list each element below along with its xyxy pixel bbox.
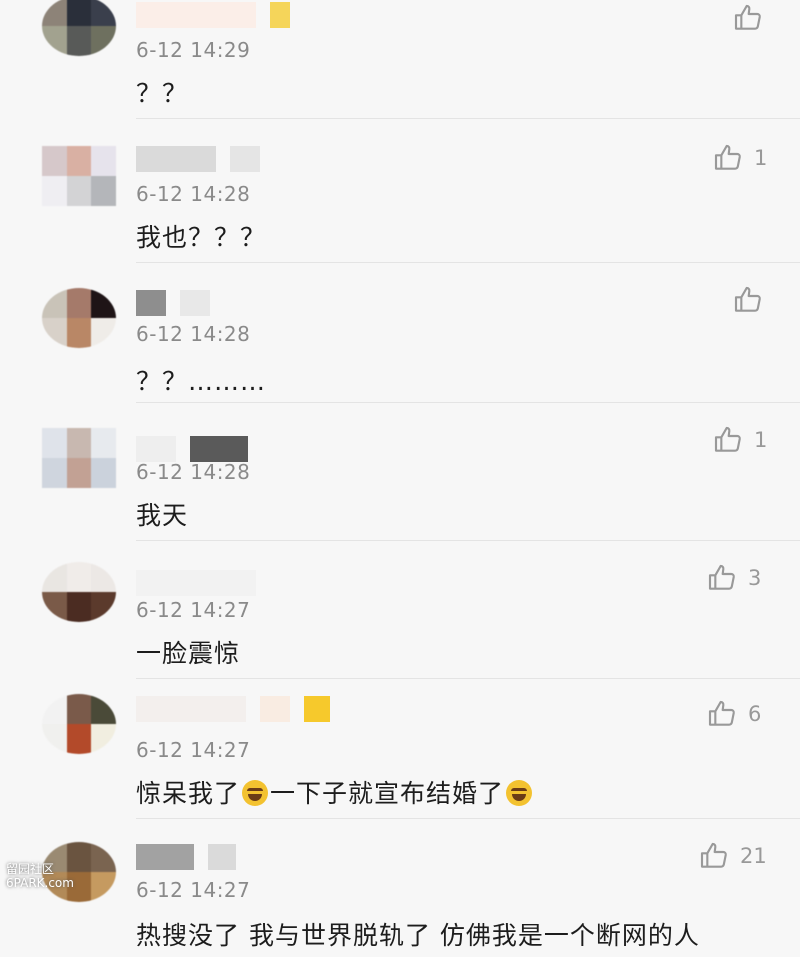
comment-time: 6-12 14:29 [136,38,251,62]
username-blurred[interactable] [136,568,256,598]
comment-time: 6-12 14:28 [136,460,251,484]
thumbs-up-icon [708,564,735,590]
divider [136,678,800,679]
like-button[interactable] [732,284,774,316]
like-count: 21 [740,844,767,868]
comment-text: 惊呆我了 一下子就宣布结婚了 [136,774,534,810]
thumbs-up-icon [708,700,735,726]
comment-text: 我也？？？ [136,223,267,252]
username-blurred[interactable] [136,0,290,30]
divider [136,118,800,119]
laugh-cry-emoji-icon [242,780,269,806]
like-button[interactable]: 6 [706,698,761,730]
divider [136,262,800,263]
thumbs-up-icon [734,4,761,30]
comment-time: 6-12 14:28 [136,322,251,346]
laugh-cry-emoji-icon [506,780,533,806]
thumbs-up-icon [700,842,727,868]
like-button[interactable]: 1 [712,424,767,456]
avatar[interactable] [42,694,116,754]
comment-text: 热搜没了 我与世界脱轨了 仿佛我是一个断网的人 [136,921,700,950]
like-count: 1 [754,146,768,170]
comment-text-part: 惊呆我了 [136,779,241,808]
thumbs-up-icon [714,426,741,452]
divider [136,818,800,819]
comment-text-part: 一下子就宣布结婚了 [270,779,505,808]
like-button[interactable] [732,2,774,34]
like-button[interactable]: 1 [712,142,767,174]
comment-time: 6-12 14:27 [136,738,251,762]
like-count: 3 [748,566,762,590]
comment-time: 6-12 14:27 [136,878,251,902]
watermark-line: 留园社区 [6,862,55,876]
watermark: 留园社区 6PARK.com [6,862,74,890]
comment-text: ？？ [136,79,189,108]
avatar[interactable] [42,428,116,488]
thumbs-up-icon [714,144,741,170]
divider [136,540,800,541]
like-count: 6 [748,702,762,726]
username-blurred[interactable] [136,842,236,872]
avatar[interactable] [42,562,116,622]
comment-text: ？？……… [136,367,267,396]
avatar[interactable] [42,0,116,56]
like-count: 1 [754,428,768,452]
username-blurred[interactable] [136,288,210,318]
like-button[interactable]: 21 [698,840,767,872]
avatar[interactable] [42,288,116,348]
divider [136,402,800,403]
comment-time: 6-12 14:27 [136,598,251,622]
comment-text: 我天 [136,501,189,530]
like-button[interactable]: 3 [706,562,761,594]
username-blurred[interactable] [136,694,330,724]
thumbs-up-icon [734,286,761,312]
watermark-line: 6PARK.com [6,876,74,890]
comment-time: 6-12 14:28 [136,182,251,206]
username-blurred[interactable] [136,144,260,174]
comment-text: 一脸震惊 [136,639,241,668]
avatar[interactable] [42,146,116,206]
